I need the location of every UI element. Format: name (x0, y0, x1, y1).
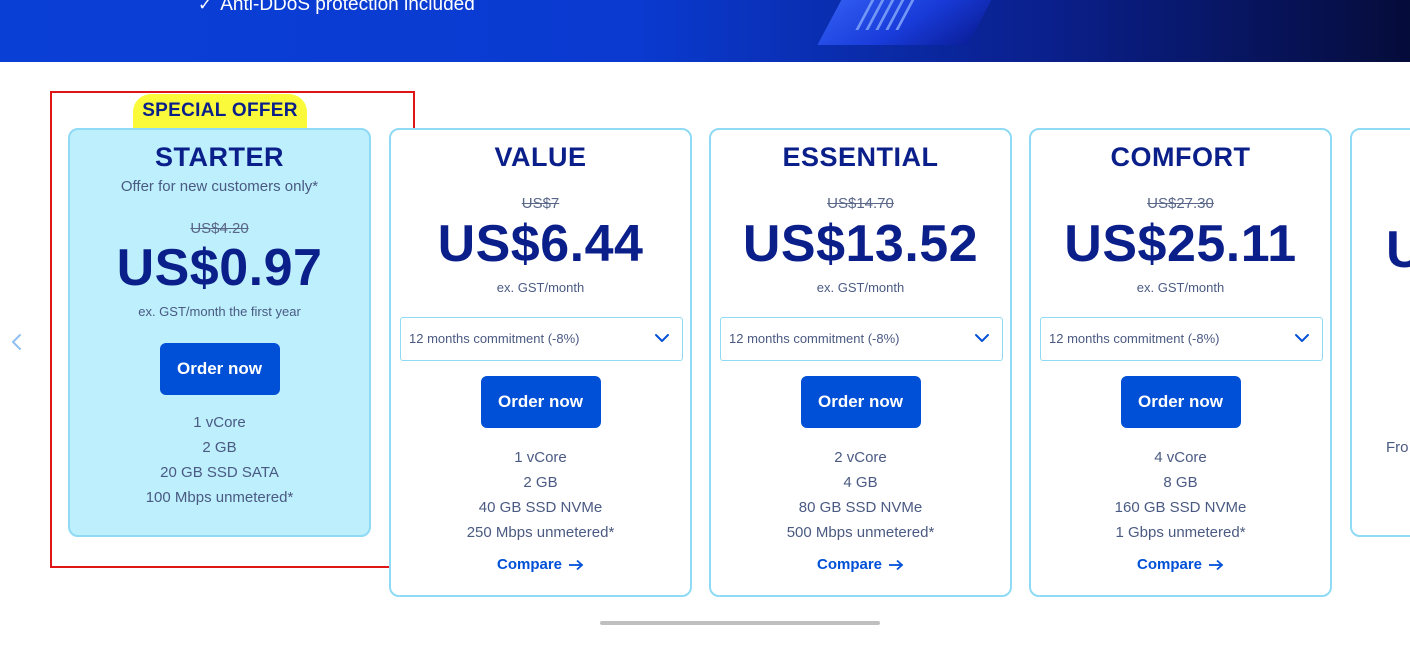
spec-ram: 4 GB (843, 474, 878, 491)
commitment-select-value: 12 months commitment (-8%) (409, 331, 580, 346)
spec-list: 4 vCore 8 GB 160 GB SSD NVMe 1 Gbps unme… (1031, 445, 1330, 545)
price-note: ex. GST/month the first year (138, 304, 301, 319)
spec-list: 2 vCore 4 GB 80 GB SSD NVMe 500 Mbps unm… (711, 445, 1010, 545)
old-price: US$14.70 (827, 195, 894, 212)
spec-bandwidth: 500 Mbps unmetered* (786, 524, 935, 541)
plan-name: STARTER (155, 142, 284, 172)
spec-ram: 2 GB (202, 439, 237, 456)
plan-name: VALUE (494, 142, 587, 172)
commitment-select[interactable]: 12 months commitment (-8%) (1040, 317, 1323, 361)
price: U (1386, 220, 1410, 280)
commitment-select-value: 12 months commitment (-8%) (729, 331, 900, 346)
carousel-scrollbar[interactable] (600, 621, 880, 625)
carousel-prev-button[interactable] (8, 330, 26, 354)
order-now-button[interactable]: Order now (159, 343, 280, 395)
spec-ram: 8 GB (1163, 474, 1198, 491)
plan-card-partial: U Fro (1350, 128, 1410, 537)
spec-vcore: 4 vCore (1154, 449, 1207, 466)
spec-ram: 2 GB (523, 474, 558, 491)
compare-label: Compare (1136, 556, 1203, 573)
price: US$0.97 (116, 239, 323, 297)
price: US$6.44 (437, 215, 644, 273)
offer-note: Offer for new customers only* (120, 178, 319, 195)
old-price: US$7 (521, 195, 560, 212)
order-now-button[interactable]: Order now (1120, 376, 1241, 428)
commitment-select[interactable]: 12 months commitment (-8%) (400, 317, 683, 361)
price: US$25.11 (1064, 215, 1297, 273)
spec-storage: 40 GB SSD NVMe (478, 499, 603, 516)
hero-feature-text: Anti-DDoS protection included (220, 0, 475, 15)
compare-link[interactable]: Compare (1031, 556, 1330, 573)
plan-card-starter: STARTER Offer for new customers only* US… (68, 128, 371, 537)
chevron-left-icon (12, 334, 21, 350)
spec-bandwidth: 1 Gbps unmetered* (1115, 524, 1246, 541)
plan-card-essential: ESSENTIAL US$14.70 US$13.52 ex. GST/mont… (709, 128, 1012, 597)
price-note: ex. GST/month (816, 280, 905, 295)
arrow-right-icon (569, 559, 584, 571)
old-price: US$27.30 (1147, 195, 1214, 212)
compare-link[interactable]: Compare (711, 556, 1010, 573)
spec-storage: 20 GB SSD SATA (160, 464, 279, 481)
special-offer-badge: SPECIAL OFFER (133, 94, 307, 130)
compare-label: Compare (496, 556, 563, 573)
spec-vcore: 1 vCore (193, 414, 246, 431)
chevron-down-icon (655, 334, 669, 342)
price-note: ex. GST/month (1136, 280, 1225, 295)
spec-storage: 160 GB SSD NVMe (1114, 499, 1247, 516)
hero-feature-line: ✓ Anti-DDoS protection included (198, 0, 475, 16)
spec-storage: 80 GB SSD NVMe (798, 499, 923, 516)
spec-list: 1 vCore 2 GB 40 GB SSD NVMe 250 Mbps unm… (391, 445, 690, 545)
plan-name: COMFORT (1110, 142, 1251, 172)
spec-vcore: 1 vCore (514, 449, 567, 466)
hero-banner: ✓ Anti-DDoS protection included (0, 0, 1410, 62)
old-price: US$4.20 (190, 220, 249, 237)
spec-bandwidth: 250 Mbps unmetered* (466, 524, 615, 541)
commitment-select-value: 12 months commitment (-8%) (1049, 331, 1220, 346)
arrow-right-icon (1209, 559, 1224, 571)
plan-card-comfort: COMFORT US$27.30 US$25.11 ex. GST/month … (1029, 128, 1332, 597)
order-now-button[interactable]: Order now (480, 376, 601, 428)
chevron-down-icon (1295, 334, 1309, 342)
server-illustration (817, 0, 1013, 45)
plan-name: ESSENTIAL (782, 142, 939, 172)
compare-link[interactable]: Compare (391, 556, 690, 573)
arrow-right-icon (889, 559, 904, 571)
spec-list: 1 vCore 2 GB 20 GB SSD SATA 100 Mbps unm… (70, 410, 369, 510)
order-now-button[interactable]: Order now (800, 376, 921, 428)
compare-label: Compare (816, 556, 883, 573)
check-icon: ✓ (198, 0, 213, 14)
price-note: ex. GST/month (496, 280, 585, 295)
spec-vcore: 2 vCore (834, 449, 887, 466)
price: US$13.52 (742, 215, 979, 273)
spec-bandwidth: 100 Mbps unmetered* (145, 489, 294, 506)
plan-card-value: VALUE US$7 US$6.44 ex. GST/month 12 mont… (389, 128, 692, 597)
chevron-down-icon (975, 334, 989, 342)
commitment-select[interactable]: 12 months commitment (-8%) (720, 317, 1003, 361)
partial-from-text: Fro (1386, 439, 1409, 456)
